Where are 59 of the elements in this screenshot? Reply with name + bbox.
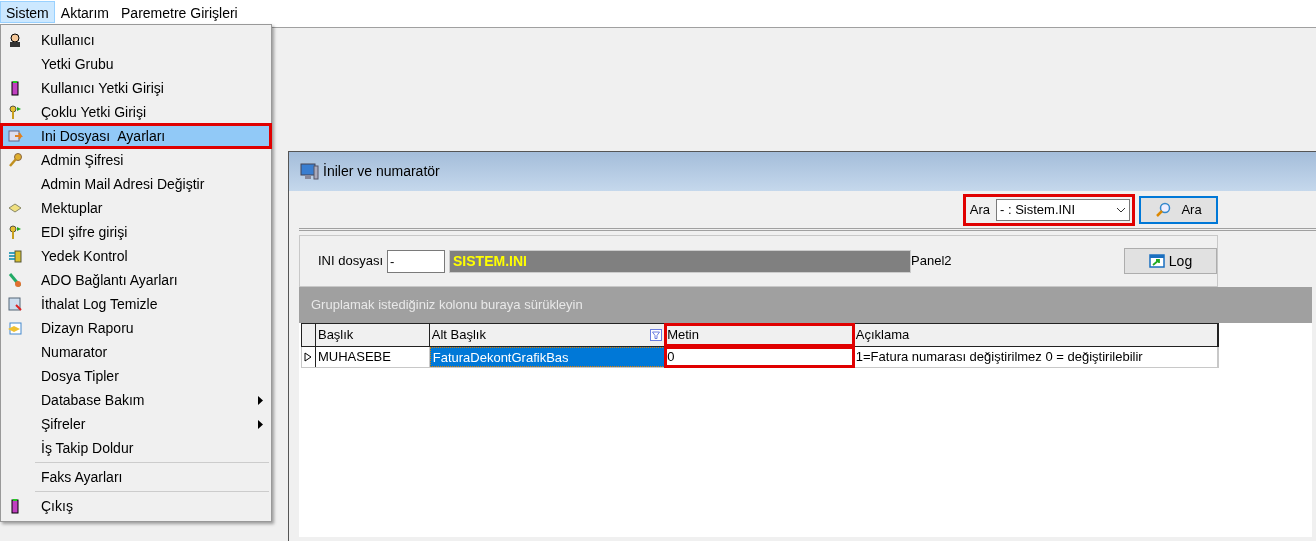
menu-item-icon [7, 152, 23, 168]
menu-item[interactable]: Database Bakım [1, 388, 271, 412]
menu-item-icon [7, 128, 23, 144]
column-title: Başlık [317, 326, 354, 345]
column-title: Metin [667, 326, 699, 345]
chevron-down-icon [1116, 206, 1126, 213]
menu-item[interactable]: Mektuplar [1, 196, 271, 220]
current-row-icon [304, 352, 313, 362]
menu-item-icon [7, 272, 23, 288]
menu-item[interactable]: Kullanıcı Yetki Girişi [1, 76, 271, 100]
search-label: Ara [969, 200, 990, 219]
menu-item[interactable]: Ini Dosyası Ayarları [1, 124, 271, 148]
table-cell[interactable]: MUHASEBE [315, 347, 430, 367]
table-cell[interactable]: 1=Fatura numarası değiştirilmez 0 = değiştirilebilir [853, 347, 1218, 367]
menu-item[interactable]: EDI şifre girişi [1, 220, 271, 244]
menu-item-icon [7, 224, 23, 240]
menu-item[interactable]: Admin Şifresi [1, 148, 271, 172]
menu-item-icon [7, 296, 23, 312]
search-icon [1155, 201, 1172, 218]
menu-item[interactable]: Çoklu Yetki Girişi [1, 100, 271, 124]
menu-item[interactable]: ADO Bağlantı Ayarları [1, 268, 271, 292]
menu-item[interactable]: Kullanıcı [1, 28, 271, 52]
column-header[interactable]: Açıklama [853, 324, 1218, 346]
column-title: Alt Başlık [431, 326, 486, 345]
table-cell[interactable]: 0 [665, 347, 854, 367]
menubar-item[interactable]: Sistem [0, 1, 55, 23]
column-header[interactable]: Başlık [315, 324, 430, 346]
menu-item[interactable]: Dosya Tipler [1, 364, 271, 388]
menu-item[interactable]: Yetki Grubu [1, 52, 271, 76]
menu-item[interactable]: Şifreler [1, 412, 271, 436]
ini-code-field[interactable]: - [387, 249, 446, 273]
table-cell[interactable]: FaturaDekontGrafikBas [429, 347, 666, 367]
menubar-item[interactable]: Paremetre Girişleri [115, 1, 244, 23]
computer-icon [299, 162, 319, 181]
ini-file-display: SISTEM.INI [449, 249, 912, 273]
search-combobox[interactable]: - : Sistem.INI [996, 198, 1130, 221]
menu-item-icon [7, 104, 23, 120]
column-title: Açıklama [855, 326, 910, 345]
ini-file-label: INI dosyası [318, 252, 384, 271]
menu-item[interactable]: Yedek Kontrol [1, 244, 271, 268]
window-title: İniler ve numaratör [323, 162, 440, 181]
menu-item[interactable]: Dizayn Raporu [1, 316, 271, 340]
menu-item[interactable]: Faks Ayarları [1, 465, 271, 489]
search-button[interactable]: Ara [1139, 195, 1218, 224]
log-button[interactable]: Log [1124, 248, 1217, 274]
filter-icon[interactable] [650, 329, 663, 341]
menu-item-icon [7, 32, 23, 48]
panel-caption: Panel2 [911, 252, 952, 271]
menu-item[interactable]: Çıkış [1, 494, 271, 518]
menu-item[interactable]: Admin Mail Adresi Değiştir [1, 172, 271, 196]
menu-item-icon [7, 320, 23, 336]
group-by-hint: Gruplamak istediğiniz kolonu buraya sürükleyin [311, 296, 583, 315]
menu-item[interactable]: İş Takip Doldur [1, 436, 271, 460]
column-header[interactable]: Metin [665, 324, 854, 346]
menu-item[interactable]: Numarator [1, 340, 271, 364]
menu-item[interactable]: İthalat Log Temizle [1, 292, 271, 316]
menu-item-icon [7, 248, 23, 264]
column-header[interactable]: Alt Başlık [429, 324, 666, 346]
menubar-item[interactable]: Aktarım [54, 1, 116, 23]
